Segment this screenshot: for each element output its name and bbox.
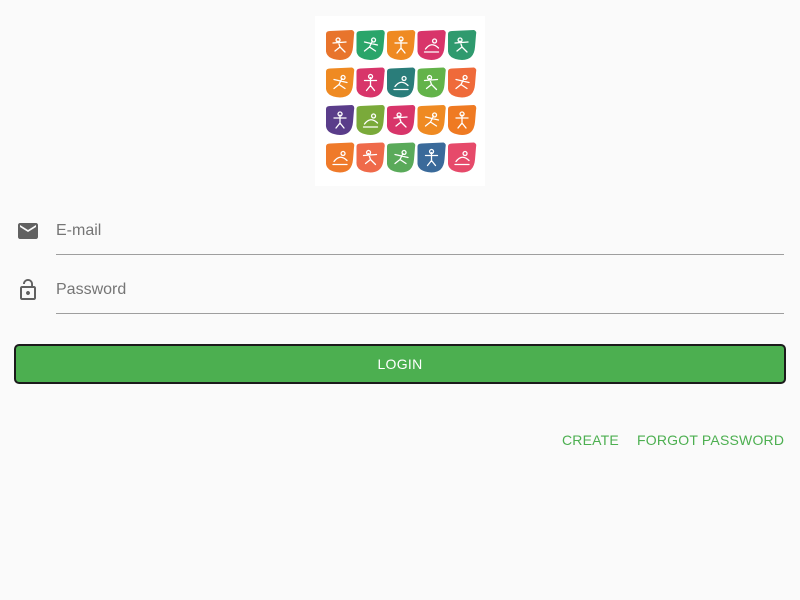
logo-tile — [356, 142, 385, 173]
password-field[interactable] — [56, 268, 784, 312]
logo-tile — [386, 30, 416, 60]
password-underline — [56, 313, 784, 314]
logo-tile — [447, 105, 477, 135]
logo-tile — [417, 105, 446, 135]
logo-tile — [386, 105, 416, 135]
logo-tile — [356, 30, 385, 60]
logo-tile — [386, 67, 416, 98]
email-field[interactable] — [56, 209, 784, 253]
login-screen: LOGIN CREATE FORGOT PASSWORD — [0, 0, 800, 600]
logo-tile — [447, 67, 477, 98]
create-button[interactable]: CREATE — [562, 426, 619, 454]
logo-tile — [356, 67, 385, 98]
logo-tile — [325, 30, 355, 60]
logo-tile — [325, 105, 355, 135]
password-row — [0, 268, 800, 326]
lock-icon — [16, 278, 40, 302]
logo-tile — [417, 30, 446, 60]
logo-tile — [447, 30, 477, 60]
logo-tile — [325, 67, 355, 98]
app-logo — [315, 16, 485, 186]
email-underline — [56, 254, 784, 255]
logo-tile — [356, 105, 385, 135]
logo-tile — [417, 67, 446, 98]
logo-tile — [325, 142, 355, 173]
login-button[interactable]: LOGIN — [14, 344, 786, 384]
sports-pictograms-logo-icon — [325, 30, 477, 173]
email-row — [0, 209, 800, 267]
login-button-label: LOGIN — [377, 356, 423, 372]
logo-tile — [447, 142, 477, 173]
forgot-password-button[interactable]: FORGOT PASSWORD — [637, 426, 784, 454]
logo-tile — [386, 142, 416, 173]
mail-icon — [16, 219, 40, 243]
logo-tile — [417, 142, 446, 173]
